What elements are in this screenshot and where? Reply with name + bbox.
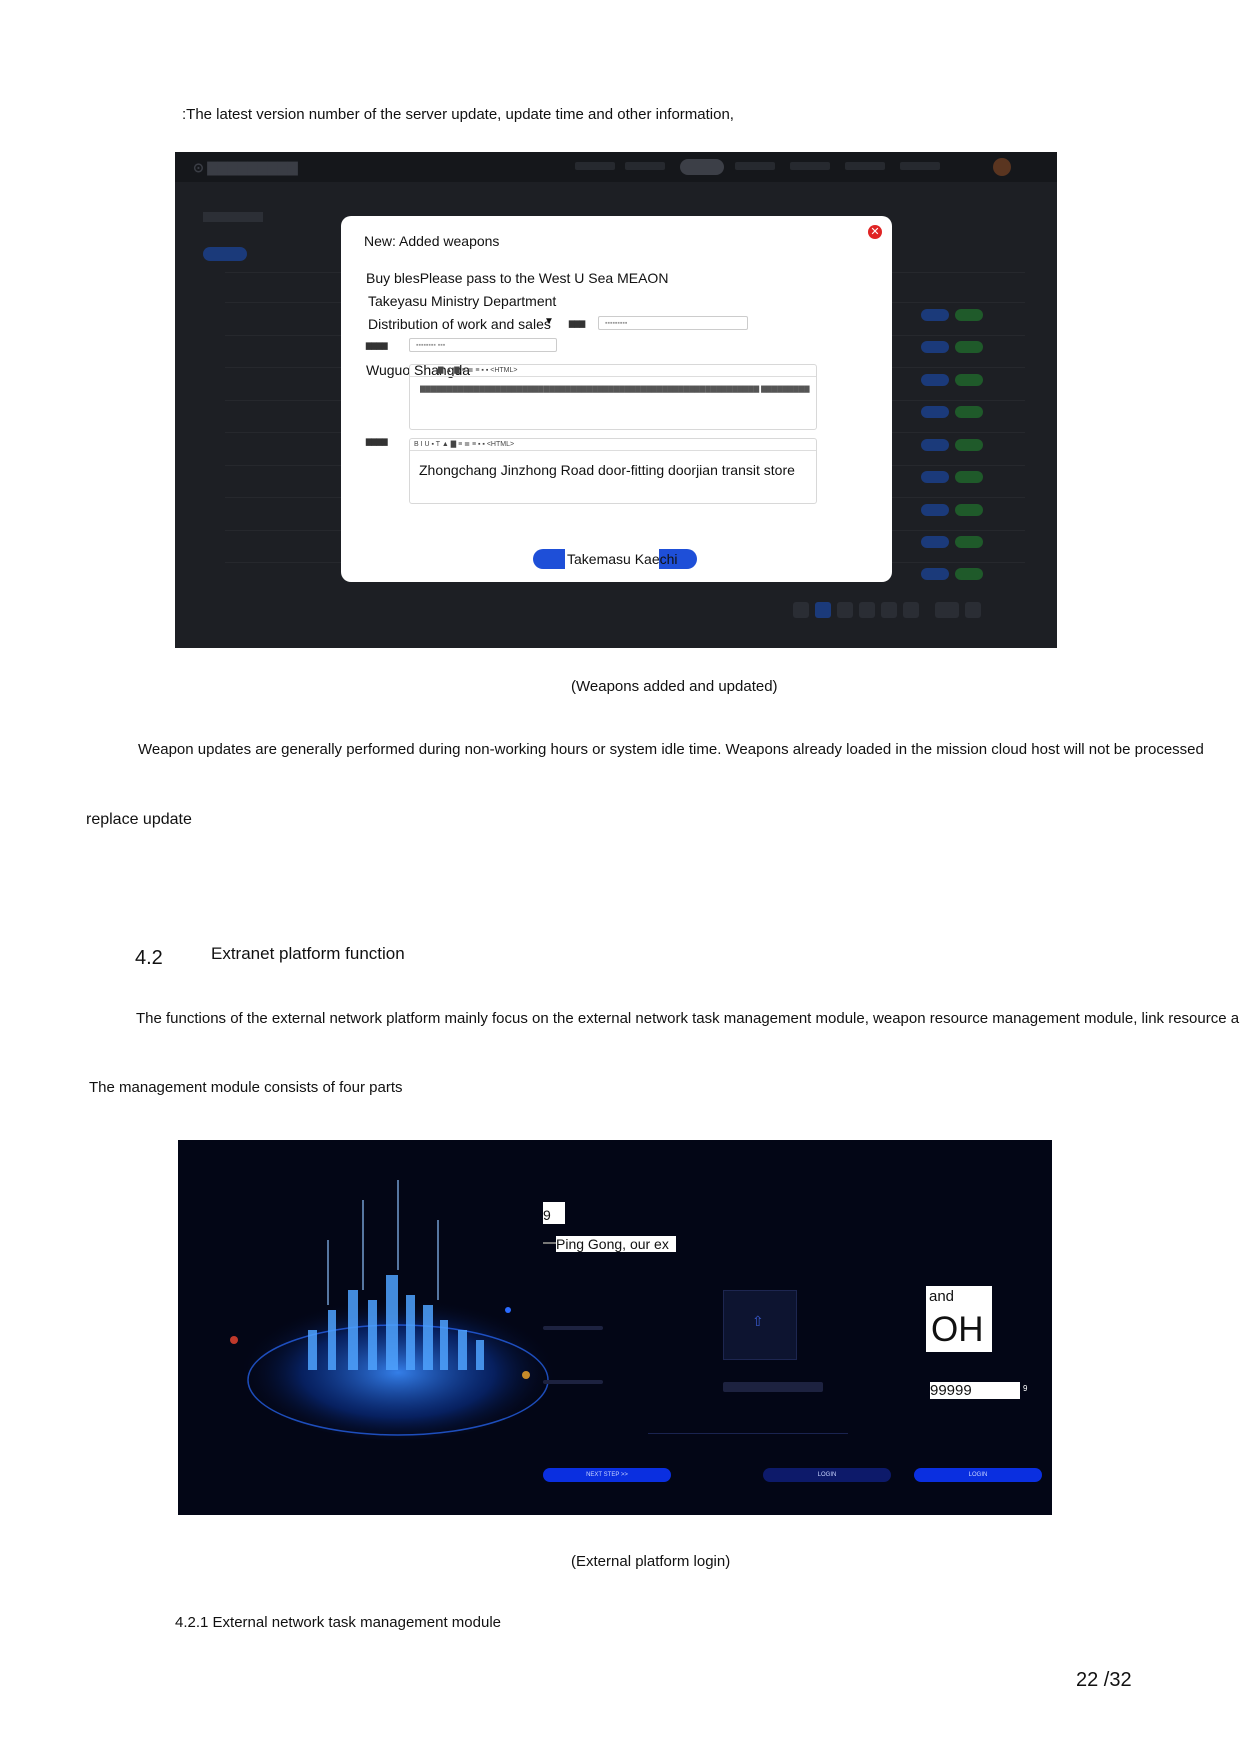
paragraph-extranet-cont: The management module consists of four p… — [89, 1079, 403, 1096]
editor-toolbar[interactable]: B I U ▪ T ▲ ▇ ≡ ≣ ≡ ▪ ▪ <HTML> — [410, 439, 816, 451]
city-illustration — [230, 1180, 558, 1440]
description-editor[interactable]: ▇ ▲ ▇ ≡ ≣ ≡ ▪ ▪ <HTML> ▇▇▇▇▇▇▇▇▇▇▇▇▇▇▇▇▇… — [409, 364, 817, 430]
add-weapon-modal: ✕ New: Added weapons Buy blesPlease pass… — [341, 216, 892, 582]
section-title: Extranet platform function — [211, 944, 405, 963]
modal-line-5: Zhongchang Jinzhong Road door-fitting do… — [419, 462, 795, 478]
page-number: 22 /32 — [1076, 1669, 1132, 1691]
weapon-admin-screenshot: ⊙ ▇▇▇▇▇▇▇▇▇ ✕ New: Added weapons Buy ble… — [175, 152, 1057, 648]
dash-mark — [543, 1242, 557, 1244]
nav-item-active — [680, 159, 724, 175]
next-step-button[interactable]: NEXT STEP >> — [543, 1468, 671, 1482]
field-label: ▇▇▇ — [569, 321, 586, 328]
modal-line-2: Takeyasu Ministry Department — [368, 293, 557, 309]
close-icon[interactable]: ✕ — [868, 225, 882, 239]
login-button-primary[interactable]: LOGIN — [914, 1468, 1042, 1482]
avatar — [993, 158, 1011, 176]
submit-button[interactable]: Takemasu Kaechi — [533, 549, 697, 569]
upload-box[interactable]: ⇧ — [723, 1290, 797, 1360]
field-label: ▇▇▇▇ — [366, 343, 388, 350]
nav-item — [845, 162, 885, 170]
nav-item — [790, 162, 830, 170]
tab-active — [203, 247, 247, 261]
form-label — [543, 1326, 603, 1330]
caption-login: (External platform login) — [571, 1553, 731, 1570]
subsection-title: 4.2.1 External network task management m… — [175, 1614, 502, 1631]
badge-number: 9 — [543, 1202, 565, 1224]
captcha-word: and — [929, 1288, 955, 1305]
modal-line-3[interactable]: Distribution of work and sales — [368, 316, 551, 332]
category-input[interactable]: ▪▪▪▪▪▪▪▪▪ — [598, 316, 748, 330]
external-login-screenshot: 9 Ping Gong, our ex ⇧ and OH 99999 9 NEX… — [178, 1140, 1052, 1515]
code-suffix: 9 — [1023, 1384, 1028, 1393]
editor-toolbar[interactable]: ▇ ▲ ▇ ≡ ≣ ≡ ▪ ▪ <HTML> — [410, 365, 816, 377]
captcha-big: OH — [931, 1310, 984, 1349]
code-field[interactable] — [723, 1382, 823, 1392]
field-label: ▇▇▇▇ — [366, 439, 388, 446]
nav-item — [575, 162, 615, 170]
submit-label: Takemasu Kaechi — [565, 549, 678, 569]
header-line: :The latest version number of the server… — [182, 106, 734, 123]
nav-item — [625, 162, 665, 170]
editor-content: ▇▇▇▇▇▇▇▇▇▇▇▇▇▇▇▇▇▇▇▇▇▇▇▇▇▇▇▇▇▇▇▇▇▇▇▇▇▇▇▇… — [420, 386, 810, 393]
top-navbar: ⊙ ▇▇▇▇▇▇▇▇▇ — [175, 152, 1057, 182]
greeting-text: Ping Gong, our ex — [556, 1236, 676, 1252]
section-number: 4.2 — [135, 947, 163, 969]
nav-item — [735, 162, 775, 170]
paragraph-weapon-updates-cont: replace update — [86, 811, 192, 828]
captcha-box[interactable]: and OH — [926, 1286, 992, 1352]
code-value: 99999 — [930, 1382, 1020, 1399]
modal-line-1: Buy blesPlease pass to the West U Sea ME… — [366, 270, 669, 286]
login-button-secondary[interactable]: LOGIN — [763, 1468, 891, 1482]
platform-logo: ⊙ ▇▇▇▇▇▇▇▇▇ — [193, 160, 298, 175]
paragraph-extranet: The functions of the external network pl… — [136, 1010, 1240, 1027]
upload-icon: ⇧ — [752, 1313, 764, 1329]
nav-item — [900, 162, 940, 170]
form-label — [543, 1380, 603, 1384]
size-input[interactable]: ▪▪▪▪▪▪▪▪ ▪▪▪ — [409, 338, 557, 352]
caption-weapons: (Weapons added and updated) — [571, 678, 778, 695]
caret-down-icon[interactable]: ▼ — [544, 316, 554, 327]
progress-line — [648, 1433, 848, 1434]
modal-title: New: Added weapons — [364, 233, 500, 249]
paragraph-weapon-updates: Weapon updates are generally performed d… — [138, 741, 1204, 758]
page-title — [203, 212, 263, 222]
